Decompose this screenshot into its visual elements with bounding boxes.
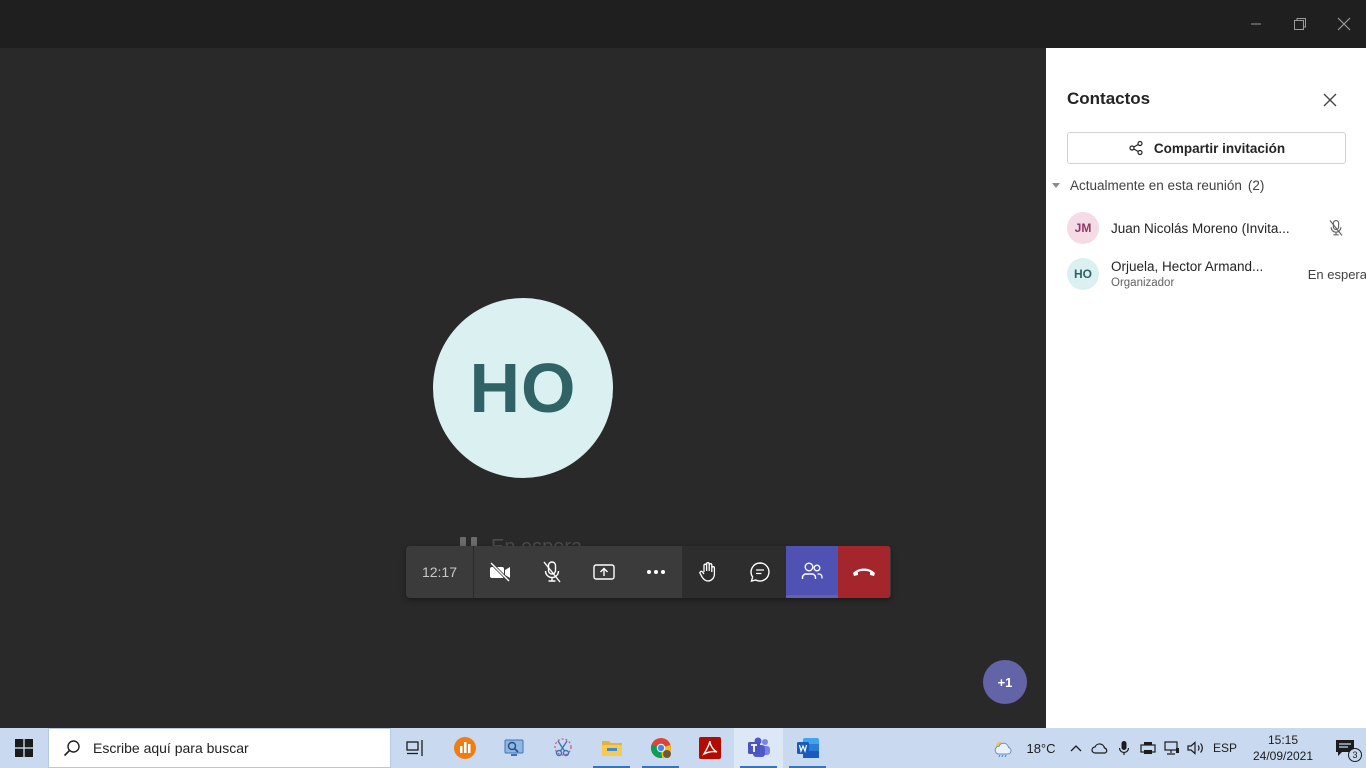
system-tray: 18°C ESP 15:15 24/09/2021 3 <box>988 728 1366 768</box>
participant-avatar-large: HO <box>433 298 613 478</box>
taskbar-search-box[interactable]: Escribe aquí para buscar <box>48 728 391 768</box>
chat-icon <box>750 562 770 582</box>
mic-toggle-button[interactable] <box>526 546 578 598</box>
taskbar-app-acrobat[interactable] <box>685 728 734 768</box>
taskbar-app-teams[interactable] <box>734 728 783 768</box>
taskbar-app-remote-desktop[interactable] <box>489 728 538 768</box>
hang-up-icon <box>853 568 875 576</box>
speaker-icon <box>1187 741 1203 755</box>
call-toolbar: 12:17 <box>406 546 891 598</box>
minimize-button[interactable] <box>1234 0 1278 48</box>
restore-button[interactable] <box>1278 0 1322 48</box>
task-view-icon <box>405 740 423 756</box>
chevron-up-icon <box>1070 745 1082 752</box>
printer-icon <box>1140 742 1156 754</box>
teams-icon <box>747 737 770 757</box>
share-invitation-button[interactable]: Compartir invitación <box>1067 132 1346 164</box>
task-view-button[interactable] <box>391 728 440 768</box>
taskbar-app-word[interactable] <box>783 728 832 768</box>
minimize-icon <box>1251 23 1261 25</box>
participant-row[interactable]: JM Juan Nicolás Moreno (Invita... <box>1067 212 1352 244</box>
chrome-icon <box>650 738 671 759</box>
participant-name: Juan Nicolás Moreno (Invita... <box>1111 220 1290 236</box>
more-icon <box>647 570 665 574</box>
share-invitation-label: Compartir invitación <box>1153 140 1286 156</box>
mic-off-icon <box>543 561 561 583</box>
word-icon <box>796 738 819 758</box>
title-bar <box>0 0 1366 48</box>
share-screen-icon <box>593 564 615 580</box>
panel-title: Contactos <box>1067 89 1151 108</box>
search-placeholder: Escribe aquí para buscar <box>93 740 249 756</box>
cloud-icon <box>1091 743 1108 754</box>
network-button[interactable] <box>1160 728 1184 768</box>
clock-date: 24/09/2021 <box>1252 749 1314 763</box>
raise-hand-button[interactable] <box>682 546 734 598</box>
chat-button[interactable] <box>734 546 786 598</box>
avatar: HO <box>1067 258 1099 290</box>
camera-off-icon <box>489 561 511 583</box>
close-icon <box>1337 17 1351 31</box>
window-close-button[interactable] <box>1322 0 1366 48</box>
in-meeting-section-toggle[interactable]: Actualmente en esta reunión (2) <box>1052 178 1264 193</box>
section-label: Actualmente en esta reunión <box>1070 178 1242 193</box>
camera-toggle-button[interactable] <box>474 546 526 598</box>
clock-time: 15:15 <box>1267 733 1299 747</box>
language-indicator[interactable]: ESP <box>1208 728 1242 768</box>
clock[interactable]: 15:15 24/09/2021 <box>1242 728 1324 768</box>
meeting-stage: HO En espera 12:17 <box>0 48 1046 728</box>
participants-button[interactable] <box>786 546 838 598</box>
chevron-down-icon <box>1052 183 1060 188</box>
taskbar-app-snipping[interactable] <box>538 728 587 768</box>
participant-status: En espera <box>1307 266 1366 282</box>
notifications-button[interactable]: 3 <box>1324 728 1366 768</box>
monitor-search-icon <box>504 739 523 756</box>
participant-name: Orjuela, Hector Armand... <box>1111 259 1264 274</box>
scissors-icon <box>553 738 572 757</box>
participant-row[interactable]: HO Orjuela, Hector Armand... Organizador… <box>1067 258 1366 290</box>
microphone-icon <box>1118 741 1130 755</box>
network-icon <box>1164 741 1179 755</box>
share-icon <box>1129 140 1143 156</box>
restore-icon <box>1294 18 1306 30</box>
more-participants-badge[interactable]: +1 <box>983 660 1027 704</box>
volume-button[interactable] <box>1184 728 1208 768</box>
search-icon <box>63 740 80 757</box>
taskbar-app-chrome[interactable] <box>636 728 685 768</box>
microphone-tray-button[interactable] <box>1112 728 1136 768</box>
more-actions-button[interactable] <box>630 546 682 598</box>
windows-logo-icon <box>15 739 33 757</box>
hang-up-button[interactable] <box>838 546 890 598</box>
show-hidden-icons-button[interactable] <box>1064 728 1088 768</box>
weather-cloud-icon <box>994 742 1012 757</box>
taskbar: Escribe aquí para buscar 18°C ESP 15:15 … <box>0 728 1366 768</box>
participants-panel: Contactos Compartir invitación Actualmen… <box>1046 48 1366 728</box>
weather-temperature[interactable]: 18°C <box>1018 728 1064 768</box>
raise-hand-icon <box>699 562 716 582</box>
taskbar-app-analytics[interactable] <box>440 728 489 768</box>
participants-icon <box>801 562 823 579</box>
bar-chart-app-icon <box>453 737 476 759</box>
mic-off-icon <box>1329 219 1343 236</box>
share-screen-button[interactable] <box>578 546 630 598</box>
weather-widget[interactable] <box>988 728 1018 768</box>
avatar: JM <box>1067 212 1099 244</box>
taskbar-app-file-explorer[interactable] <box>587 728 636 768</box>
notification-count: 3 <box>1348 748 1362 762</box>
start-button[interactable] <box>0 728 48 768</box>
pdf-icon <box>698 737 721 759</box>
device-tray-button[interactable] <box>1136 728 1160 768</box>
folder-icon <box>601 741 622 756</box>
avatar-initials: HO <box>469 349 577 427</box>
close-icon <box>1323 93 1337 107</box>
section-count: (2) <box>1247 178 1265 193</box>
call-timer: 12:17 <box>406 546 474 598</box>
panel-close-button[interactable] <box>1318 88 1342 112</box>
participant-role: Organizador <box>1111 277 1175 289</box>
onedrive-button[interactable] <box>1088 728 1112 768</box>
